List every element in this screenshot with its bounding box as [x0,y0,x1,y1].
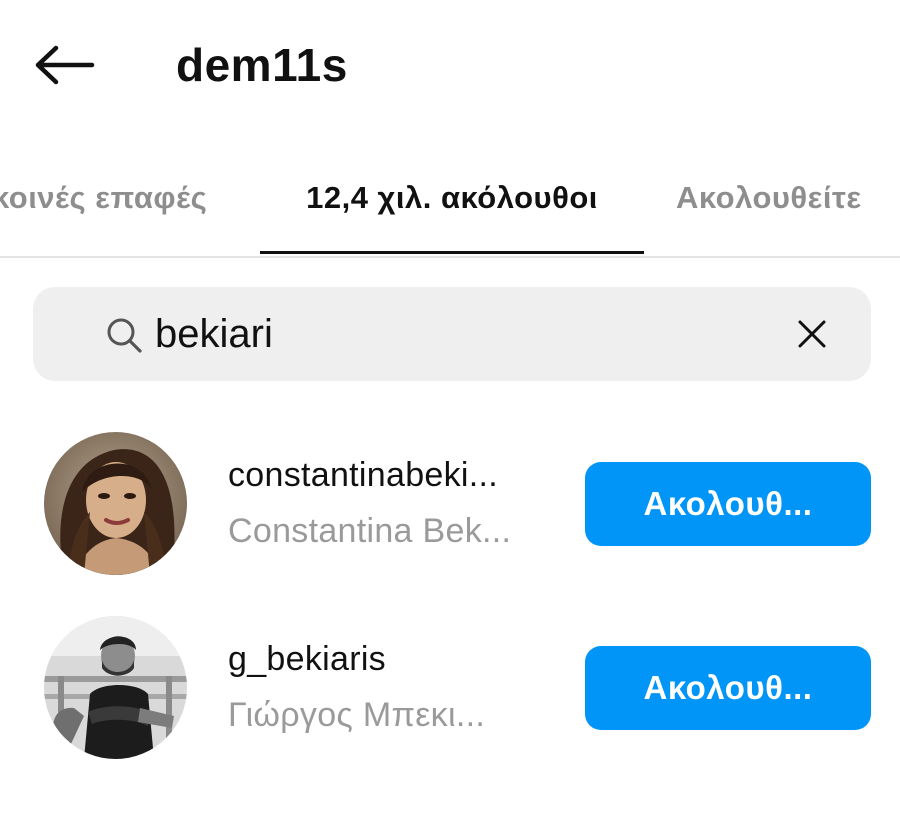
tab-followers[interactable]: 12,4 χιλ. ακόλουθοι [260,150,644,254]
header-bar: dem11s [0,0,900,128]
arrow-left-icon [35,45,95,85]
avatar-photo [44,432,187,575]
page-title: dem11s [176,39,348,91]
back-button[interactable] [24,30,104,100]
tab-bar: κοινές επαφές 12,4 χιλ. ακόλουθοι Ακολου… [0,150,900,256]
avatar[interactable] [44,616,187,759]
follow-button[interactable]: Ακολουθ... [585,462,871,546]
tabs-divider [0,256,900,258]
avatar-photo [44,616,187,759]
tab-following[interactable]: Ακολουθείτε [676,150,862,254]
list-item[interactable]: constantinabeki... Constantina Bek... Ακ… [0,420,900,590]
full-name: Γιώργος Μπεκι... [228,696,486,734]
active-tab-indicator [260,251,644,254]
username[interactable]: g_bekiaris [228,640,558,679]
avatar[interactable] [44,432,187,575]
followers-screen: dem11s κοινές επαφές 12,4 χιλ. ακόλουθοι… [0,0,900,814]
tab-mutual[interactable]: κοινές επαφές [0,150,207,254]
full-name: Constantina Bek... [228,512,512,550]
search-icon [107,318,142,353]
clear-search-button[interactable] [789,311,835,357]
list-item[interactable]: g_bekiaris Γιώργος Μπεκι... Ακολουθ... [0,604,900,774]
search-input[interactable] [155,299,775,369]
close-icon [798,320,826,348]
search-bar [33,287,871,381]
username[interactable]: constantinabeki... [228,456,558,495]
follow-button[interactable]: Ακολουθ... [585,646,871,730]
